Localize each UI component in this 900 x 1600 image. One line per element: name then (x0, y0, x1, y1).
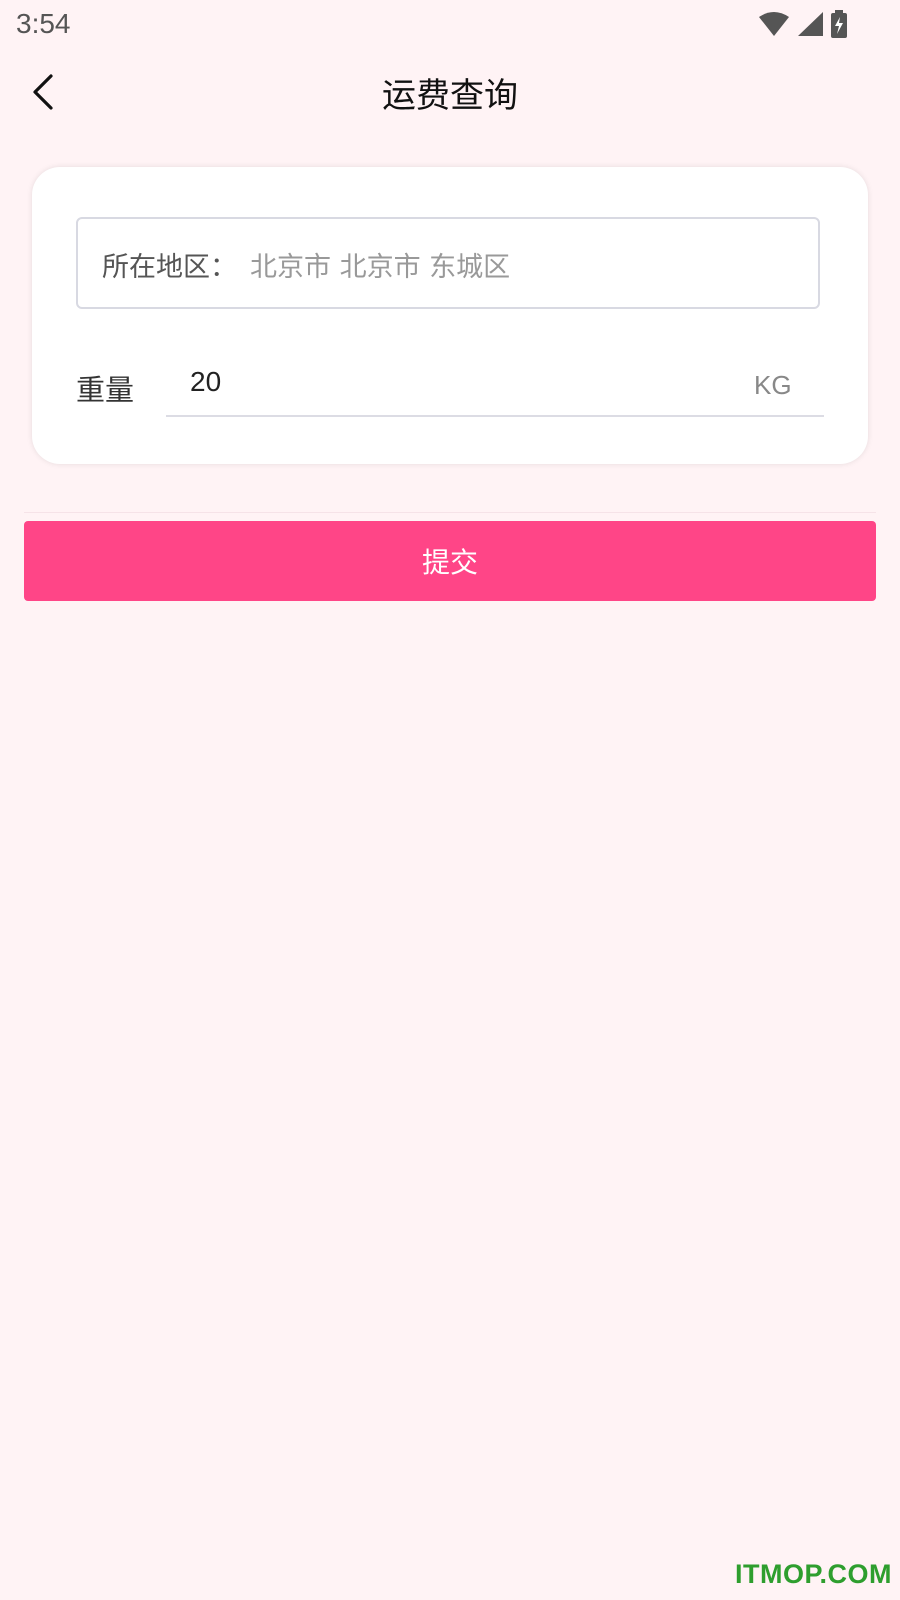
wifi-icon (759, 12, 789, 36)
divider (24, 512, 876, 513)
status-icons (758, 10, 848, 38)
submit-button[interactable]: 提交 (24, 521, 876, 601)
watermark: ITMOP.COM (734, 1559, 892, 1589)
status-bar: 3:54 (0, 0, 900, 52)
weight-label: 重量 (76, 373, 135, 407)
weight-input[interactable] (166, 349, 824, 417)
signal-icon (798, 12, 823, 36)
page-title: 运费查询 (382, 76, 518, 116)
header: 运费查询 (0, 52, 900, 132)
battery-charging-icon (831, 10, 847, 38)
region-label: 所在地区： (102, 252, 237, 283)
region-selector[interactable]: 所在地区： 北京市 北京市 东城区 (76, 217, 820, 309)
form-card: 所在地区： 北京市 北京市 东城区 重量 KG (32, 167, 868, 464)
status-time: 3:54 (16, 8, 71, 39)
weight-unit: KG (754, 370, 792, 400)
region-value: 北京市 北京市 东城区 (250, 252, 511, 283)
